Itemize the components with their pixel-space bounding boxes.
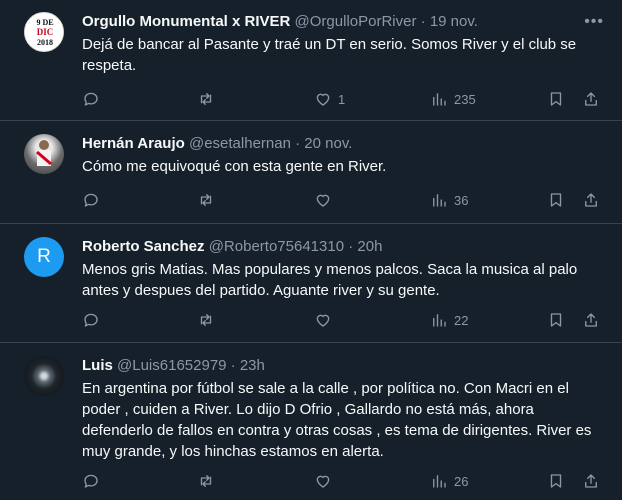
tweet-header: Luis @Luis61652979 · 23h xyxy=(82,356,574,376)
avatar[interactable] xyxy=(24,134,64,174)
avatar-line-3: 2018 xyxy=(37,38,53,47)
separator: · xyxy=(420,13,426,30)
tweet[interactable]: Luis @Luis61652979 · 23h En argentina po… xyxy=(0,344,622,500)
timestamp[interactable]: 19 nov. xyxy=(430,13,478,30)
share-icon xyxy=(585,193,597,207)
share-button[interactable] xyxy=(582,308,600,332)
like-button[interactable]: 1 xyxy=(314,87,345,111)
view-count: 235 xyxy=(454,91,476,107)
like-button[interactable] xyxy=(314,308,332,332)
reply-icon xyxy=(84,474,98,488)
bookmark-button[interactable] xyxy=(547,87,565,111)
tweet-text: Menos gris Matias. Mas populares y menos… xyxy=(82,261,578,299)
retweet-icon xyxy=(200,314,212,326)
avatar-letter: R xyxy=(37,246,51,267)
tweet-header: Hernán Araujo @esetalhernan · 20 nov. xyxy=(82,134,574,154)
share-icon xyxy=(585,92,597,106)
tweet[interactable]: 9 DE DIC 2018 Orgullo Monumental x RIVER… xyxy=(0,0,622,121)
display-name[interactable]: Roberto Sanchez xyxy=(82,238,205,255)
views-button[interactable]: 26 xyxy=(430,469,468,493)
tweet-header: Roberto Sanchez @Roberto75641310 · 20h xyxy=(82,237,574,257)
timestamp[interactable]: 20 nov. xyxy=(304,135,352,152)
avatar[interactable]: 9 DE DIC 2018 xyxy=(24,12,64,52)
separator: · xyxy=(230,357,236,374)
tweet-text: Dejá de bancar al Pasante y traé un DT e… xyxy=(82,36,577,74)
tweet-actions: 1 235 xyxy=(82,87,604,111)
views-button[interactable]: 235 xyxy=(430,87,476,111)
bookmark-icon xyxy=(550,92,562,106)
like-button[interactable] xyxy=(314,188,332,212)
like-count: 1 xyxy=(338,91,346,107)
avatar[interactable]: R xyxy=(24,237,64,277)
display-name[interactable]: Hernán Araujo xyxy=(82,135,185,152)
timestamp[interactable]: 23h xyxy=(240,357,265,374)
bookmark-button[interactable] xyxy=(547,188,565,212)
views-button[interactable]: 36 xyxy=(430,188,468,212)
handle[interactable]: @OrgulloPorRiver xyxy=(295,13,417,30)
retweet-button[interactable] xyxy=(197,87,215,111)
display-name[interactable]: Orgullo Monumental x RIVER xyxy=(82,13,290,30)
share-icon xyxy=(585,313,597,327)
views-button[interactable]: 22 xyxy=(430,308,468,332)
tweet[interactable]: R Roberto Sanchez @Roberto75641310 · 20h… xyxy=(0,225,622,343)
view-count: 26 xyxy=(454,473,469,489)
heart-icon xyxy=(316,314,330,327)
tweet-actions: 26 xyxy=(82,469,604,493)
retweet-button[interactable] xyxy=(197,308,215,332)
bookmark-icon xyxy=(550,193,562,207)
display-name[interactable]: Luis xyxy=(82,357,113,374)
tweet-actions: 36 xyxy=(82,188,604,212)
view-count: 36 xyxy=(454,192,469,208)
more-options-icon[interactable]: ••• xyxy=(584,12,604,32)
share-button[interactable] xyxy=(582,469,600,493)
avatar-line-2: DIC xyxy=(37,27,54,37)
avatar[interactable] xyxy=(24,356,64,396)
separator: · xyxy=(348,238,354,255)
retweet-icon xyxy=(200,194,212,206)
reply-button[interactable] xyxy=(82,308,100,332)
bookmark-button[interactable] xyxy=(547,469,565,493)
handle[interactable]: @Luis61652979 xyxy=(117,357,226,374)
share-button[interactable] xyxy=(582,188,600,212)
avatar-line-1: 9 DE xyxy=(36,18,53,27)
retweet-icon xyxy=(200,93,212,105)
bookmark-icon xyxy=(550,313,562,327)
heart-icon xyxy=(316,93,330,106)
share-button[interactable] xyxy=(582,87,600,111)
retweet-button[interactable] xyxy=(197,188,215,212)
tweet-actions: 22 xyxy=(82,308,604,332)
like-button[interactable] xyxy=(314,469,332,493)
heart-icon xyxy=(316,194,330,207)
reply-icon xyxy=(84,193,98,207)
reply-icon xyxy=(84,92,98,106)
view-count: 22 xyxy=(454,312,469,328)
handle[interactable]: @esetalhernan xyxy=(189,135,291,152)
reply-button[interactable] xyxy=(82,469,100,493)
bookmark-button[interactable] xyxy=(547,308,565,332)
reply-button[interactable] xyxy=(82,87,100,111)
bookmark-icon xyxy=(550,474,562,488)
analytics-icon xyxy=(433,314,446,327)
separator: · xyxy=(295,135,301,152)
reply-icon xyxy=(84,313,98,327)
analytics-icon xyxy=(433,93,446,106)
timeline: 9 DE DIC 2018 Orgullo Monumental x RIVER… xyxy=(0,0,622,500)
analytics-icon xyxy=(433,475,446,488)
retweet-button[interactable] xyxy=(197,469,215,493)
tweet-text: Cómo me equivoqué con esta gente en Rive… xyxy=(82,158,387,175)
tweet-header: Orgullo Monumental x RIVER @OrgulloPorRi… xyxy=(82,12,574,32)
tweet[interactable]: Hernán Araujo @esetalhernan · 20 nov. Có… xyxy=(0,122,622,224)
retweet-icon xyxy=(200,475,212,487)
heart-icon xyxy=(316,475,330,488)
tweet-text: En argentina por fútbol se sale a la cal… xyxy=(82,380,592,460)
analytics-icon xyxy=(433,194,446,207)
timestamp[interactable]: 20h xyxy=(357,238,382,255)
reply-button[interactable] xyxy=(82,188,100,212)
handle[interactable]: @Roberto75641310 xyxy=(209,238,344,255)
player-photo-icon xyxy=(36,140,52,166)
share-icon xyxy=(585,474,597,488)
